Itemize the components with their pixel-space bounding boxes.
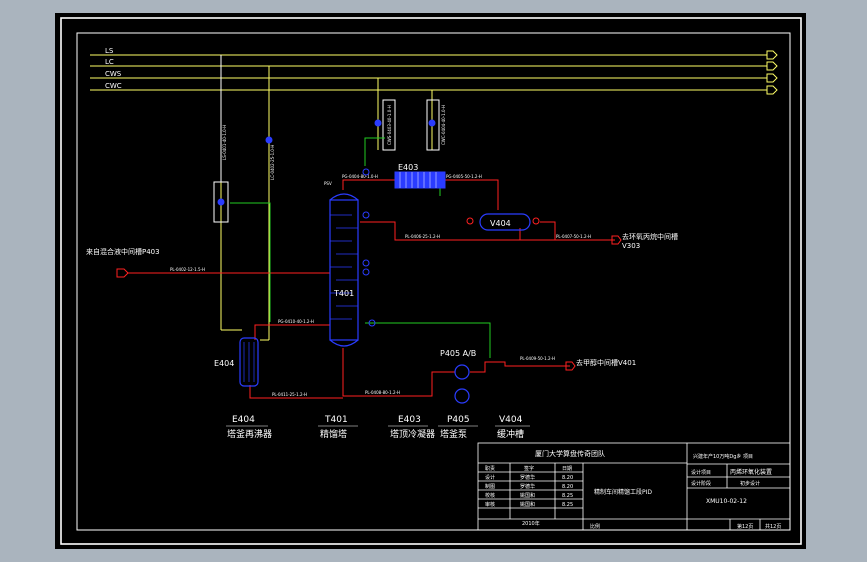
legend-tag: E404: [232, 415, 255, 425]
drawing-title: 精制车间精馏工段PID: [594, 488, 652, 496]
legend-name: 塔顶冷凝器: [390, 428, 435, 440]
legend-tag: P405: [447, 415, 470, 425]
line-tag-bottoms: PL-0408-80-1.2-H: [365, 390, 400, 395]
drawing-no: XMU10-02-12: [706, 498, 747, 505]
page-number: 第12页: [737, 523, 753, 530]
table-cell: 8.25: [562, 502, 573, 508]
bottoms-dest-label: 去甲醇中间槽V401: [576, 358, 636, 367]
legend-name: 精馏塔: [320, 428, 347, 440]
table-cell: 8.25: [562, 493, 573, 499]
legend-name: 塔釜泵: [440, 428, 467, 440]
stage-value: 初步设计: [740, 480, 760, 487]
utility-label-lc: LC: [105, 58, 114, 66]
cad-canvas: [55, 13, 806, 549]
condensate-trap-icon: [265, 136, 273, 144]
pid-drawing: LS LC CWS CWC LS-0401-40-1.0-H LC-0402-2…: [55, 13, 806, 549]
stage-label: 设计阶段: [691, 480, 711, 487]
legend-tag: E403: [398, 415, 421, 425]
table-header: 职责: [485, 465, 495, 472]
table-cell: 8.20: [562, 475, 573, 481]
table-cell: 罗德华: [520, 474, 535, 481]
org-name: 厦门大学算盘传奇团队: [535, 449, 605, 458]
product-dest-label: 去环氧丙烷中间槽: [622, 232, 678, 241]
scale-label: 比例: [590, 523, 600, 530]
project-label: 设计项目: [691, 469, 711, 476]
drawing-year: 2010年: [522, 520, 540, 527]
table-cell: 姚国和: [520, 492, 535, 499]
legend-name: 塔釜再沸器: [227, 428, 272, 440]
project-value: 丙烯环氧化装置: [730, 468, 772, 476]
project-name: 兴建年产10万吨Dg乡 项目: [693, 453, 753, 460]
line-tag-steam: LS-0401-40-1.0-H: [222, 125, 227, 160]
table-cell: 设计: [485, 474, 495, 481]
product-dest-tag: V303: [622, 242, 640, 250]
table-cell: 8.20: [562, 484, 573, 490]
line-tag-cw-supply: CWS-0403-40-1.0-H: [387, 105, 392, 145]
reboiler-tag: E404: [214, 359, 234, 368]
table-cell: 罗德华: [520, 483, 535, 490]
table-cell: 姚国和: [520, 501, 535, 508]
line-tag-product: PL-0407-50-1.2-H: [556, 234, 591, 239]
line-tag-condensate: LC-0402-25-1.0-H: [270, 145, 275, 180]
legend-name: 缓冲槽: [497, 428, 524, 440]
pump-tag: P405 A/B: [440, 349, 476, 358]
line-tag-reboiler-in: PL-0411-25-1.2-H: [272, 392, 307, 397]
line-tag-cw-return: CWC-0404-40-1.0-H: [441, 105, 446, 145]
line-tag-overhead: PG-0404-80-1.0-H: [342, 174, 378, 179]
psv-tag: PSV: [324, 181, 332, 186]
line-tag-pump-out: PL-0409-50-1.2-H: [520, 356, 555, 361]
legend-tag: T401: [324, 415, 348, 425]
line-tag-reflux: PL-0406-25-1.2-H: [405, 234, 440, 239]
feed-source-label: 来自混合液中间槽P403: [86, 247, 160, 256]
table-header: 签字: [524, 465, 534, 472]
table-cell: 审核: [485, 501, 495, 508]
cw-valve-icon: [428, 119, 436, 127]
utility-label-cws: CWS: [105, 70, 122, 78]
page-total: 共12页: [765, 523, 781, 530]
utility-label-cwc: CWC: [105, 82, 122, 90]
cw-valve-icon: [374, 119, 382, 127]
drum-tag: V404: [490, 219, 511, 228]
utility-label-ls: LS: [105, 47, 114, 55]
column-tag: T401: [333, 289, 354, 298]
condenser-tag: E403: [398, 163, 418, 172]
legend-tag: V404: [499, 415, 523, 425]
line-tag-cond-out: PG-0405-50-1.2-H: [446, 174, 482, 179]
table-cell: 校核: [485, 492, 495, 499]
table-cell: 制图: [485, 483, 495, 490]
line-tag-feed: PL-0402-12-1.5-H: [170, 267, 205, 272]
table-header: 日期: [562, 466, 572, 472]
steam-control-valve-icon: [217, 198, 225, 206]
line-tag-reboiler-ret: PG-0410-40-1.2-H: [278, 319, 314, 324]
